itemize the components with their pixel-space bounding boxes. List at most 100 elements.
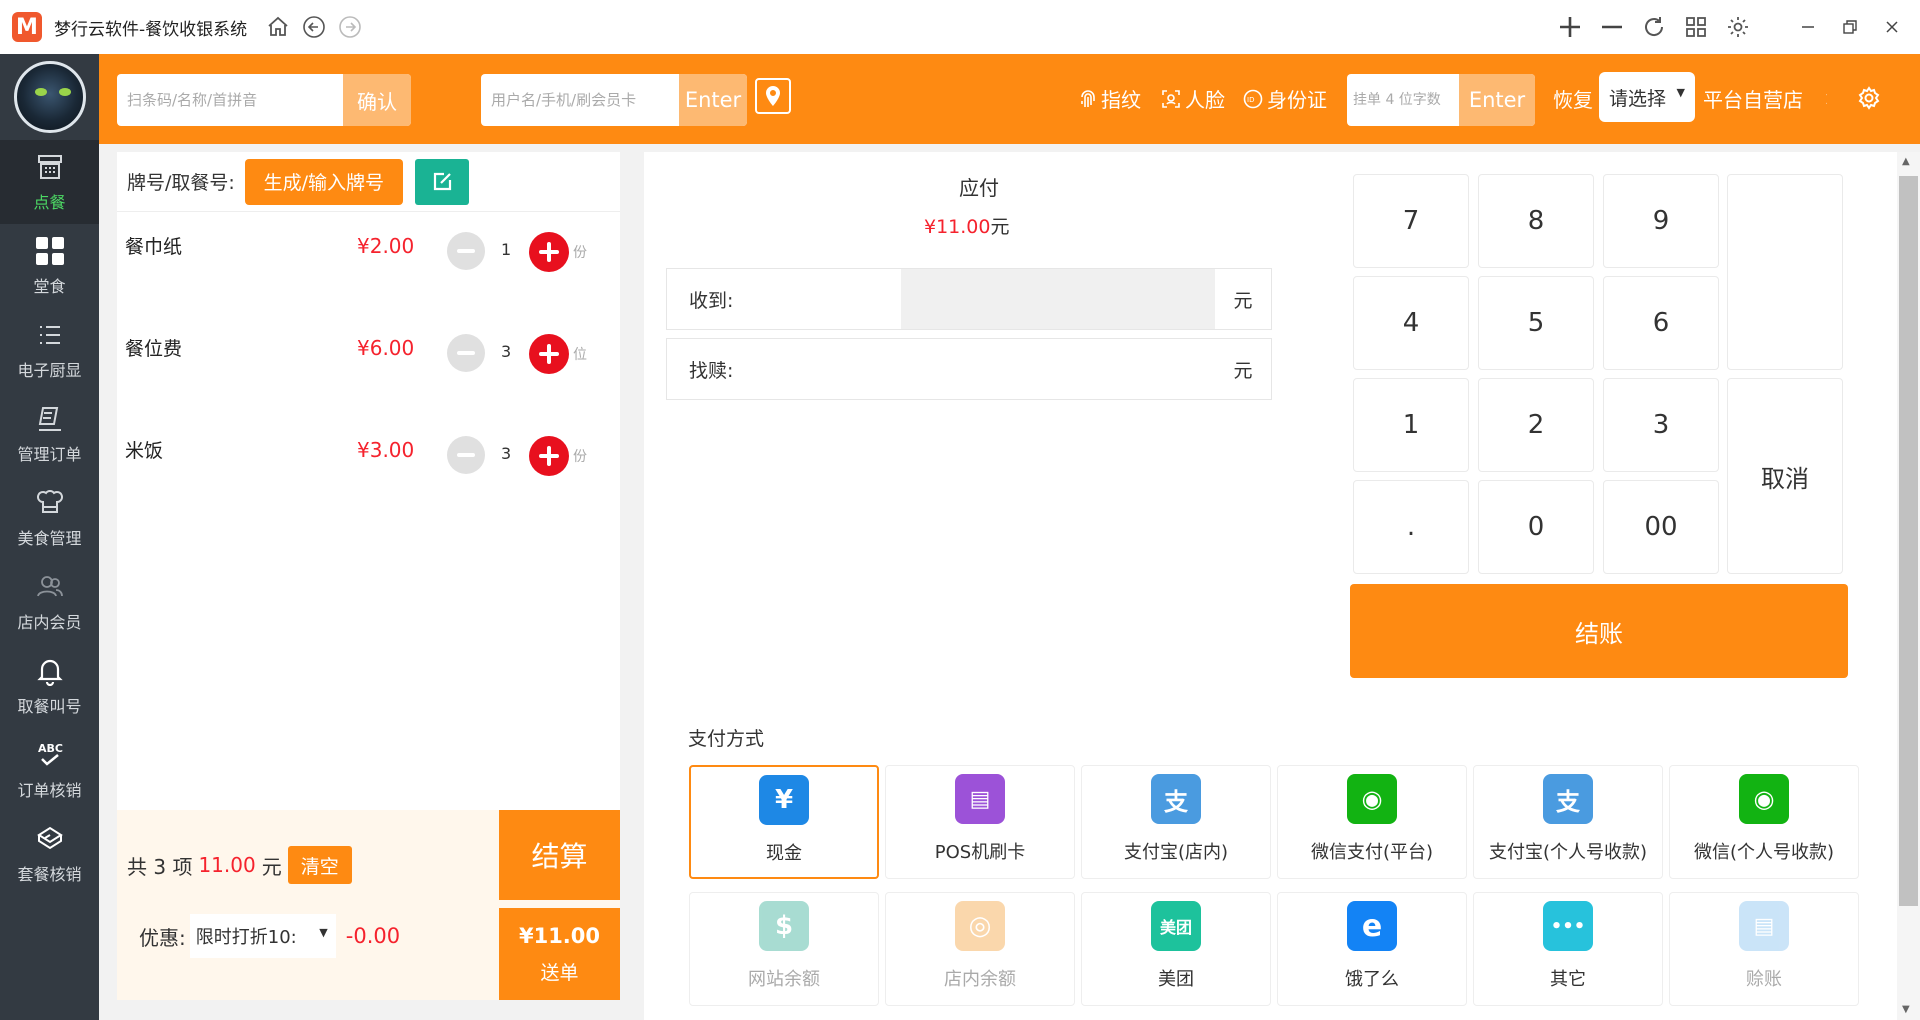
key-7[interactable]: 7 <box>1353 174 1469 268</box>
edit-tag-button[interactable] <box>414 158 469 205</box>
wechat-icon: ◉ <box>1739 774 1789 824</box>
numeric-keypad: 7 8 9 4 5 6 1 2 3 取消 . 0 00 <box>1353 174 1851 578</box>
decrease-qty-button[interactable] <box>447 334 485 372</box>
member-enter-button[interactable]: Enter <box>679 74 747 126</box>
scan-input[interactable] <box>117 74 323 126</box>
face-button[interactable]: 人脸 <box>1161 84 1225 113</box>
scan-confirm-button[interactable]: 确认 <box>343 74 411 126</box>
send-order-button[interactable]: ¥11.00 送单 <box>499 908 620 1000</box>
amount-due-label: 应付 <box>959 176 999 200</box>
hold-order-input[interactable] <box>1347 74 1459 126</box>
pay-method-pos[interactable]: ▤ POS机刷卡 <box>885 765 1075 879</box>
pay-method-label: 支付宝(个人号收款) <box>1488 842 1648 863</box>
pay-method-wechat-platform[interactable]: ◉ 微信支付(平台) <box>1277 765 1467 879</box>
key-1[interactable]: 1 <box>1353 378 1469 472</box>
money-bag-icon: $ <box>759 901 809 951</box>
key-0[interactable]: 0 <box>1478 480 1594 574</box>
face-label: 人脸 <box>1185 88 1225 112</box>
idcard-button[interactable]: ID 身份证 <box>1243 84 1327 113</box>
cancel-key[interactable]: 取消 <box>1727 378 1843 574</box>
key-6[interactable]: 6 <box>1603 276 1719 370</box>
key-5[interactable]: 5 <box>1478 276 1594 370</box>
sidebar-item-order[interactable]: 点餐 <box>0 140 99 224</box>
restore-window-icon[interactable] <box>1836 13 1864 41</box>
forward-icon[interactable] <box>337 14 363 40</box>
title-bar: M 梦行云软件-餐饮收银系统 <box>0 0 1920 54</box>
decrease-qty-button[interactable] <box>447 232 485 270</box>
pay-method-credit[interactable]: ▤ 赊账 <box>1669 892 1859 1006</box>
package-icon <box>34 823 66 855</box>
key-3[interactable]: 3 <box>1603 378 1719 472</box>
generate-tag-button[interactable]: 生成/输入牌号 <box>244 158 403 205</box>
received-input[interactable] <box>901 269 1215 329</box>
pay-method-store-balance[interactable]: ◎ 店内余额 <box>885 892 1075 1006</box>
meituan-icon: 美团 <box>1151 901 1201 951</box>
pay-method-wechat-personal[interactable]: ◉ 微信(个人号收款) <box>1669 765 1859 879</box>
decrease-qty-button[interactable] <box>447 436 485 474</box>
key-8[interactable]: 8 <box>1478 174 1594 268</box>
pay-method-cash[interactable]: ¥ 现金 <box>689 765 879 879</box>
pay-method-eleme[interactable]: e 饿了么 <box>1277 892 1467 1006</box>
avatar[interactable] <box>13 61 86 133</box>
hold-order-enter-button[interactable]: Enter <box>1459 74 1535 126</box>
key-00[interactable]: 00 <box>1603 480 1719 574</box>
store-selector[interactable]: 平台自营店 <box>1703 84 1827 113</box>
key-2[interactable]: 2 <box>1478 378 1594 472</box>
increase-qty-button[interactable] <box>529 232 569 272</box>
key-dot[interactable]: . <box>1353 480 1469 574</box>
increase-qty-button[interactable] <box>529 334 569 374</box>
refresh-icon[interactable] <box>1640 13 1668 41</box>
scroll-up-arrow-icon[interactable]: ▲ <box>1902 156 1910 167</box>
pay-method-site-balance[interactable]: $ 网站余额 <box>689 892 879 1006</box>
sidebar-item-order-verify[interactable]: ABC 订单核销 <box>0 728 99 812</box>
pay-method-alipay-personal[interactable]: 支 支付宝(个人号收款) <box>1473 765 1663 879</box>
eleme-icon: e <box>1347 901 1397 951</box>
home-icon[interactable] <box>265 14 291 40</box>
back-icon[interactable] <box>301 14 327 40</box>
coins-icon: ◎ <box>955 901 1005 951</box>
left-sidebar: 点餐 堂食 电子厨显 管理订单 美食管理 店内会员 取餐叫号 ABC 订单核销 … <box>0 54 99 1020</box>
restore-select[interactable]: 请选择 <box>1599 72 1695 122</box>
discount-label: 优惠: <box>139 925 186 950</box>
sidebar-item-manage-orders[interactable]: 管理订单 <box>0 392 99 476</box>
zoom-in-icon[interactable] <box>1556 13 1584 41</box>
sidebar-item-label: 取餐叫号 <box>17 697 82 716</box>
pay-method-other[interactable]: ••• 其它 <box>1473 892 1663 1006</box>
pay-method-meituan[interactable]: 美团 美团 <box>1081 892 1271 1006</box>
pay-method-alipay-store[interactable]: 支 支付宝(店内) <box>1081 765 1271 879</box>
payment-panel: 应付 ¥11.00元 收到: 元 找赎: 元 7 8 9 4 5 6 1 2 3… <box>644 152 1897 1020</box>
restore-button[interactable]: 恢复 <box>1553 84 1593 113</box>
amount-due-unit: 元 <box>990 216 1010 238</box>
member-search-box: Enter <box>481 74 747 126</box>
location-pin-icon[interactable] <box>755 78 791 114</box>
key-blank[interactable] <box>1727 174 1843 370</box>
settle-button[interactable]: 结算 <box>499 810 620 900</box>
minimize-icon[interactable] <box>1794 13 1822 41</box>
sidebar-item-label: 点餐 <box>33 193 66 212</box>
settings-button[interactable] <box>1857 86 1881 110</box>
increase-qty-button[interactable] <box>529 436 569 476</box>
discount-select[interactable]: 限时打折10: <box>189 914 336 958</box>
checkout-button[interactable]: 结账 <box>1350 584 1848 678</box>
scroll-down-arrow-icon[interactable]: ▼ <box>1902 1004 1910 1015</box>
clear-button[interactable]: 清空 <box>287 846 352 884</box>
apps-grid-icon[interactable] <box>1682 13 1710 41</box>
list-icon <box>34 319 66 351</box>
sidebar-item-food-manage[interactable]: 美食管理 <box>0 476 99 560</box>
sidebar-item-call-number[interactable]: 取餐叫号 <box>0 644 99 728</box>
member-input[interactable] <box>481 74 671 126</box>
zoom-out-icon[interactable] <box>1598 13 1626 41</box>
fingerprint-button[interactable]: 指纹 <box>1079 84 1141 113</box>
sidebar-item-package-verify[interactable]: 套餐核销 <box>0 812 99 896</box>
sidebar-item-kitchen-display[interactable]: 电子厨显 <box>0 308 99 392</box>
key-9[interactable]: 9 <box>1603 174 1719 268</box>
sidebar-item-label: 美食管理 <box>17 529 82 548</box>
item-name: 餐位费 <box>125 338 183 360</box>
sidebar-item-members[interactable]: 店内会员 <box>0 560 99 644</box>
key-4[interactable]: 4 <box>1353 276 1469 370</box>
scrollbar-thumb[interactable] <box>1899 176 1918 906</box>
pay-method-label: 美团 <box>1158 969 1194 990</box>
sidebar-item-dine-in[interactable]: 堂食 <box>0 224 99 308</box>
settings-gear-icon[interactable] <box>1724 13 1752 41</box>
close-icon[interactable] <box>1878 13 1906 41</box>
